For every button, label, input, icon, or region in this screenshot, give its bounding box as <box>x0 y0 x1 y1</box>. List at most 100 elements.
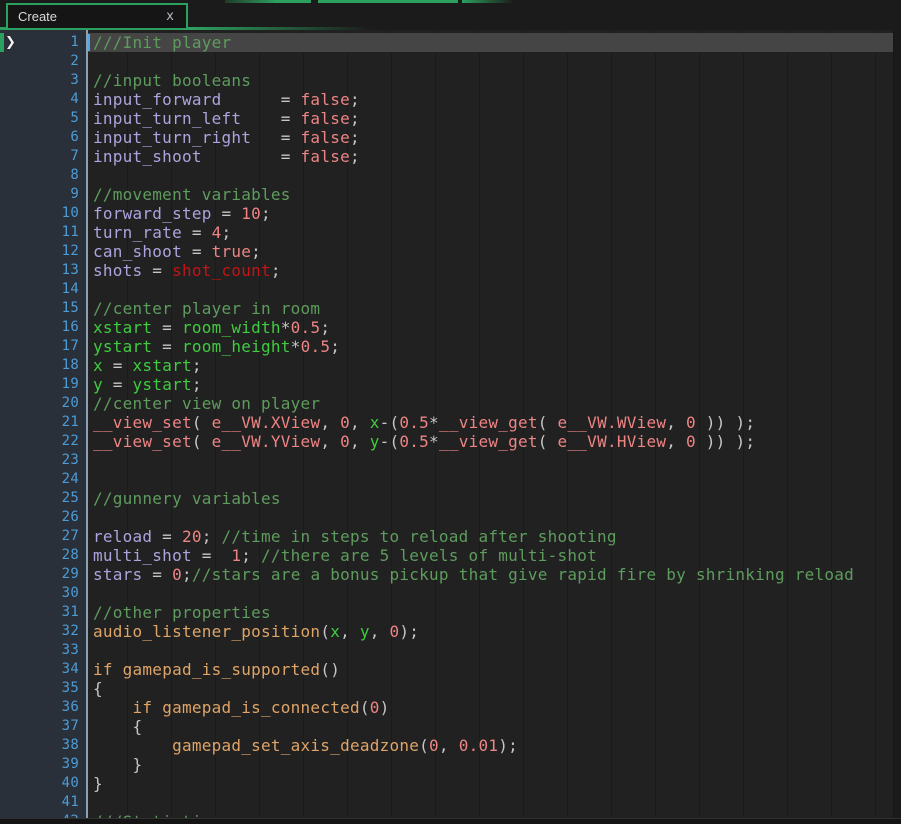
line-number[interactable]: 21 <box>0 413 86 432</box>
code-line[interactable]: y = ystart; <box>88 375 893 394</box>
code-token: ( <box>192 413 212 432</box>
line-number[interactable]: 39 <box>0 755 86 774</box>
code-line[interactable]: { <box>88 679 893 698</box>
code-line[interactable] <box>88 166 893 185</box>
code-line[interactable]: if gamepad_is_supported() <box>88 660 893 679</box>
line-number[interactable]: 9 <box>0 185 86 204</box>
line-number[interactable]: 34 <box>0 660 86 679</box>
line-number[interactable]: 11 <box>0 223 86 242</box>
code-line[interactable]: audio_listener_position(x, y, 0); <box>88 622 893 641</box>
line-number[interactable]: 37 <box>0 717 86 736</box>
code-line[interactable]: //input booleans <box>88 71 893 90</box>
line-number[interactable]: 25 <box>0 489 86 508</box>
code-line[interactable]: //movement variables <box>88 185 893 204</box>
code-line[interactable]: //center view on player <box>88 394 893 413</box>
line-number-gutter[interactable]: 1234567891011121314151617181920212223242… <box>0 30 86 824</box>
line-number[interactable]: 30 <box>0 584 86 603</box>
line-number[interactable]: 16 <box>0 318 86 337</box>
code-token: can_shoot <box>93 242 182 261</box>
code-line[interactable]: turn_rate = 4; <box>88 223 893 242</box>
code-line[interactable]: if gamepad_is_connected(0) <box>88 698 893 717</box>
code-line[interactable]: input_turn_left = false; <box>88 109 893 128</box>
line-number[interactable]: 8 <box>0 166 86 185</box>
code-area[interactable]: ///Init player //input booleansinput_forw… <box>88 30 893 824</box>
line-number[interactable]: 12 <box>0 242 86 261</box>
code-line[interactable]: __view_set( e__VW.XView, 0, x-(0.5*__vie… <box>88 413 893 432</box>
code-line[interactable]: reload = 20; //time in steps to reload a… <box>88 527 893 546</box>
line-number[interactable]: 20 <box>0 394 86 413</box>
line-number[interactable]: 2 <box>0 52 86 71</box>
code-token: shot_count <box>172 261 271 280</box>
code-line[interactable]: ///Init player <box>88 33 893 52</box>
code-line[interactable]: can_shoot = true; <box>88 242 893 261</box>
code-line[interactable]: xstart = room_width*0.5; <box>88 318 893 337</box>
line-number[interactable]: 31 <box>0 603 86 622</box>
line-number[interactable]: 13 <box>0 261 86 280</box>
line-number[interactable]: 4 <box>0 90 86 109</box>
line-number[interactable]: 10 <box>0 204 86 223</box>
tab-create[interactable]: Create x <box>6 3 188 30</box>
line-number[interactable]: 17 <box>0 337 86 356</box>
code-line[interactable]: forward_step = 10; <box>88 204 893 223</box>
code-line[interactable]: multi_shot = 1; //there are 5 levels of … <box>88 546 893 565</box>
code-token: reload <box>93 527 152 546</box>
code-token: ; <box>330 337 340 356</box>
line-number[interactable]: 40 <box>0 774 86 793</box>
line-number[interactable]: 18 <box>0 356 86 375</box>
code-token: ; <box>350 147 360 166</box>
code-line[interactable] <box>88 641 893 660</box>
line-number[interactable]: 38 <box>0 736 86 755</box>
line-number[interactable]: 5 <box>0 109 86 128</box>
vertical-scrollbar[interactable] <box>893 30 901 818</box>
code-line[interactable] <box>88 470 893 489</box>
code-line[interactable]: stars = 0;//stars are a bonus pickup tha… <box>88 565 893 584</box>
code-token: 0 <box>429 736 439 755</box>
code-line[interactable] <box>88 451 893 470</box>
horizontal-scrollbar[interactable] <box>0 818 901 824</box>
code-line[interactable]: input_shoot = false; <box>88 147 893 166</box>
code-line[interactable]: input_forward = false; <box>88 90 893 109</box>
code-line[interactable] <box>88 52 893 71</box>
code-line[interactable]: __view_set( e__VW.YView, 0, y-(0.5*__vie… <box>88 432 893 451</box>
line-number[interactable]: 35 <box>0 679 86 698</box>
line-number[interactable]: 26 <box>0 508 86 527</box>
line-number[interactable]: 36 <box>0 698 86 717</box>
line-number[interactable]: 7 <box>0 147 86 166</box>
line-number[interactable]: 27 <box>0 527 86 546</box>
code-line[interactable]: //other properties <box>88 603 893 622</box>
line-number[interactable]: 41 <box>0 793 86 812</box>
line-number[interactable]: 28 <box>0 546 86 565</box>
line-number[interactable]: 29 <box>0 565 86 584</box>
code-token: () <box>320 660 340 679</box>
line-number[interactable]: 3 <box>0 71 86 90</box>
line-number[interactable]: 19 <box>0 375 86 394</box>
code-line[interactable]: input_turn_right = false; <box>88 128 893 147</box>
tab-close-icon[interactable]: x <box>166 10 174 23</box>
line-number[interactable]: 23 <box>0 451 86 470</box>
line-number[interactable]: 14 <box>0 280 86 299</box>
code-line[interactable] <box>88 508 893 527</box>
line-number[interactable]: 33 <box>0 641 86 660</box>
code-line[interactable]: ystart = room_height*0.5; <box>88 337 893 356</box>
code-line[interactable]: } <box>88 774 893 793</box>
code-token: = <box>182 223 212 242</box>
code-line[interactable] <box>88 280 893 299</box>
code-line[interactable]: shots = shot_count; <box>88 261 893 280</box>
line-number[interactable]: 6 <box>0 128 86 147</box>
code-line[interactable]: x = xstart; <box>88 356 893 375</box>
line-number[interactable]: 15 <box>0 299 86 318</box>
line-number[interactable]: 24 <box>0 470 86 489</box>
code-token: 20 <box>182 527 202 546</box>
line-number[interactable]: 22 <box>0 432 86 451</box>
code-token: = <box>192 546 232 565</box>
code-line[interactable]: gamepad_set_axis_deadzone(0, 0.01); <box>88 736 893 755</box>
code-line[interactable]: //center player in room <box>88 299 893 318</box>
line-number[interactable]: 32 <box>0 622 86 641</box>
code-token: __view_get <box>439 432 538 451</box>
code-line[interactable]: } <box>88 755 893 774</box>
code-token: false <box>301 109 350 128</box>
code-line[interactable] <box>88 793 893 812</box>
code-line[interactable]: //gunnery variables <box>88 489 893 508</box>
code-line[interactable]: { <box>88 717 893 736</box>
code-line[interactable] <box>88 584 893 603</box>
